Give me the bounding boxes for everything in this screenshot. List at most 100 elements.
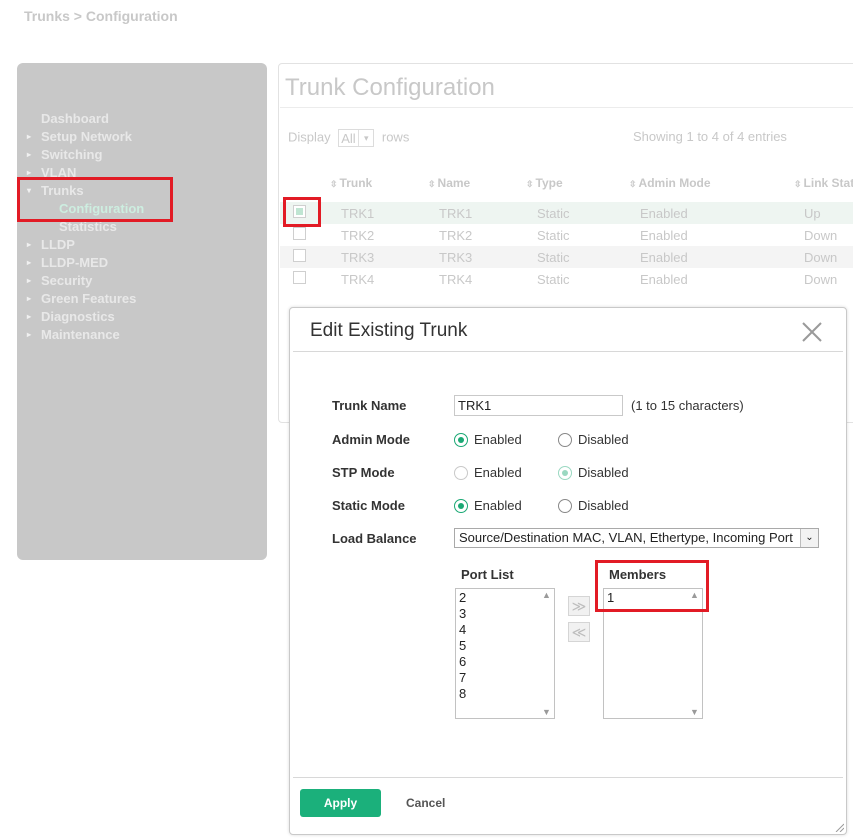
row-checkbox[interactable] xyxy=(293,271,306,284)
expand-arrow-icon: ▸ xyxy=(27,294,32,303)
sidebar-item-security[interactable]: ▸ Security xyxy=(17,272,267,290)
rows-per-page-select[interactable]: All ▾ xyxy=(338,129,375,147)
scroll-up-icon[interactable]: ▲ xyxy=(542,590,551,600)
sidebar-item-label: Setup Network xyxy=(41,129,133,144)
column-header-admin-mode[interactable]: ⇳ Admin Mode xyxy=(629,176,711,190)
close-icon[interactable] xyxy=(800,320,824,344)
sidebar-item-green-features[interactable]: ▸ Green Features xyxy=(17,290,267,308)
sidebar-item-switching[interactable]: ▸ Switching xyxy=(17,146,267,164)
sidebar-item-maintenance[interactable]: ▸ Maintenance xyxy=(17,326,267,344)
radio-selected-icon xyxy=(454,432,468,447)
sidebar-item-dashboard[interactable]: Dashboard xyxy=(17,110,267,128)
rows-per-page-value: All xyxy=(341,131,356,146)
admin-mode-enabled-radio[interactable]: Enabled xyxy=(454,432,522,447)
display-rows-control: Display All ▾ rows xyxy=(288,129,409,147)
scrollbar[interactable]: ▲ ▼ xyxy=(539,589,554,718)
rows-label: rows xyxy=(381,129,410,145)
list-item[interactable]: 4 xyxy=(459,622,466,638)
sidebar-item-label: LLDP xyxy=(41,237,75,252)
sort-icon: ⇳ xyxy=(428,179,436,189)
cell-admin-mode: Enabled xyxy=(640,272,688,287)
stp-mode-enabled-radio[interactable]: Enabled xyxy=(454,465,522,480)
add-member-button[interactable]: ≫ xyxy=(568,596,590,616)
list-item[interactable]: 5 xyxy=(459,638,466,654)
scroll-down-icon[interactable]: ▼ xyxy=(690,707,699,717)
load-balance-select[interactable]: Source/Destination MAC, VLAN, Ethertype,… xyxy=(454,528,819,548)
sidebar-item-label: Switching xyxy=(41,147,103,162)
cell-type: Static xyxy=(537,272,570,287)
sort-icon: ⇳ xyxy=(526,179,534,189)
sidebar-item-label: LLDP-MED xyxy=(41,255,109,270)
chevron-down-icon: ▾ xyxy=(358,130,373,146)
breadcrumb: Trunks > Configuration xyxy=(24,8,178,24)
entries-info: Showing 1 to 4 of 4 entries xyxy=(633,129,787,144)
title-divider xyxy=(280,107,853,108)
radio-unselected-icon xyxy=(454,465,468,480)
sidebar-nav: Dashboard ▸ Setup Network ▸ Switching ▸ VLA… xyxy=(17,63,267,560)
static-mode-disabled-radio[interactable]: Disabled xyxy=(558,498,629,513)
highlight-members-box xyxy=(595,560,709,612)
sidebar-item-label: Maintenance xyxy=(41,327,120,342)
row-checkbox[interactable] xyxy=(293,227,306,240)
resize-grip-icon[interactable] xyxy=(834,822,844,832)
cell-admin-mode: Enabled xyxy=(640,206,688,221)
row-checkbox[interactable] xyxy=(293,249,306,262)
cell-link-status: Up xyxy=(804,206,821,221)
column-header-name[interactable]: ⇳ Name xyxy=(428,176,470,190)
sidebar-item-label: Green Features xyxy=(41,291,137,306)
cancel-button[interactable]: Cancel xyxy=(406,789,445,817)
sidebar-item-lldp-med[interactable]: ▸ LLDP-MED xyxy=(17,254,267,272)
expand-arrow-icon: ▸ xyxy=(27,258,32,267)
sort-icon: ⇳ xyxy=(629,179,637,189)
apply-button[interactable]: Apply xyxy=(300,789,381,817)
table-row[interactable]: TRK2 TRK2 Static Enabled Down xyxy=(280,224,853,246)
static-mode-enabled-radio[interactable]: Enabled xyxy=(454,498,522,513)
trunk-name-input[interactable] xyxy=(454,395,623,416)
expand-arrow-icon: ▸ xyxy=(27,240,32,249)
sidebar-item-lldp[interactable]: ▸ LLDP xyxy=(17,236,267,254)
column-header-type[interactable]: ⇳ Type xyxy=(526,176,563,190)
column-header-link-status[interactable]: ⇳ Link Stat xyxy=(794,176,853,190)
cell-type: Static xyxy=(537,228,570,243)
list-item[interactable]: 2 xyxy=(459,590,466,606)
load-balance-label: Load Balance xyxy=(332,531,417,546)
admin-mode-disabled-radio[interactable]: Disabled xyxy=(558,432,629,447)
trunk-name-hint: (1 to 15 characters) xyxy=(631,398,744,413)
stp-mode-disabled-radio[interactable]: Disabled xyxy=(558,465,629,480)
highlight-checkbox-box xyxy=(283,197,321,227)
load-balance-value: Source/Destination MAC, VLAN, Ethertype,… xyxy=(459,530,793,545)
list-item[interactable]: 6 xyxy=(459,654,466,670)
table-row[interactable]: TRK3 TRK3 Static Enabled Down xyxy=(280,246,853,268)
radio-selected-icon xyxy=(454,498,468,513)
dialog-divider xyxy=(293,351,843,352)
sidebar-item-label: Dashboard xyxy=(41,111,109,126)
expand-arrow-icon: ▸ xyxy=(27,330,32,339)
cell-admin-mode: Enabled xyxy=(640,250,688,265)
scroll-down-icon[interactable]: ▼ xyxy=(542,707,551,717)
cell-link-status: Down xyxy=(804,250,838,265)
list-item[interactable]: 8 xyxy=(459,686,466,702)
display-label: Display xyxy=(288,129,331,145)
cell-link-status: Down xyxy=(804,228,838,243)
list-item[interactable]: 7 xyxy=(459,670,466,686)
port-list-box[interactable]: 2 3 4 5 6 7 8 ▲ ▼ xyxy=(455,588,555,719)
cell-type: Static xyxy=(537,206,570,221)
list-item[interactable]: 3 xyxy=(459,606,466,622)
remove-member-button[interactable]: ≪ xyxy=(568,622,590,642)
sidebar-item-diagnostics[interactable]: ▸ Diagnostics xyxy=(17,308,267,326)
trunk-name-label: Trunk Name xyxy=(332,398,407,413)
cell-link-status: Down xyxy=(804,272,838,287)
cell-name: TRK4 xyxy=(439,272,473,287)
table-row[interactable]: TRK1 TRK1 Static Enabled Up xyxy=(280,202,853,224)
radio-unselected-icon xyxy=(558,498,572,513)
column-header-trunk[interactable]: ⇳ Trunk xyxy=(330,176,372,190)
cell-trunk: TRK1 xyxy=(341,206,375,221)
sort-icon: ⇳ xyxy=(794,179,802,189)
highlight-trunks-box xyxy=(17,177,173,222)
table-row[interactable]: TRK4 TRK4 Static Enabled Down xyxy=(280,268,853,290)
cell-trunk: TRK3 xyxy=(341,250,375,265)
port-list-label: Port List xyxy=(461,567,514,582)
stp-mode-label: STP Mode xyxy=(332,465,395,480)
dialog-footer-divider xyxy=(293,777,843,778)
sidebar-item-setup-network[interactable]: ▸ Setup Network xyxy=(17,128,267,146)
